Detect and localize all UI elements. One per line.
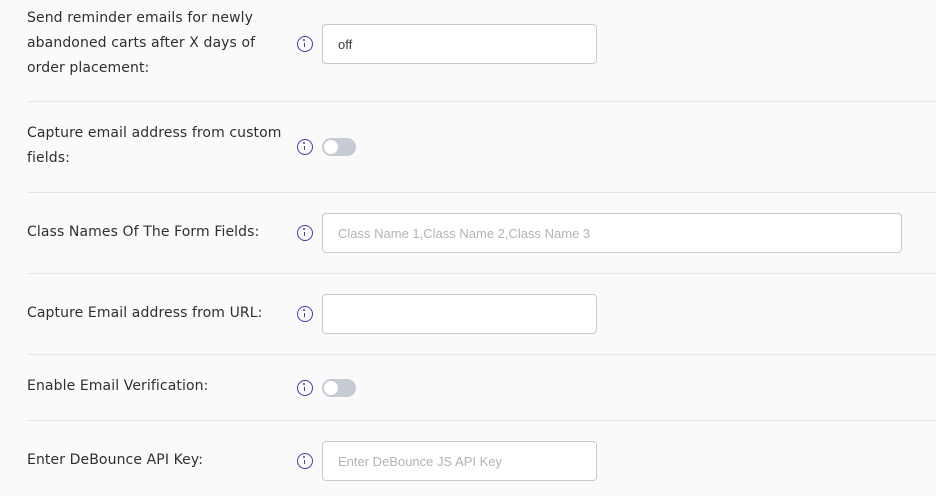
email-verification-label: Enable Email Verification: xyxy=(27,378,209,394)
setting-row-debounce-api-key: Enter DeBounce API Key: xyxy=(27,420,936,496)
debounce-api-key-input[interactable] xyxy=(322,441,597,481)
toggle-knob xyxy=(324,140,338,154)
info-icon[interactable] xyxy=(297,380,313,396)
debounce-api-key-label: Enter DeBounce API Key: xyxy=(27,452,204,468)
setting-row-class-names: Class Names Of The Form Fields: xyxy=(27,192,936,274)
setting-row-capture-custom-fields: Capture email address from custom fields… xyxy=(27,101,936,193)
setting-row-email-verification: Enable Email Verification: xyxy=(27,354,936,421)
class-names-input[interactable] xyxy=(322,213,902,253)
email-verification-toggle[interactable] xyxy=(322,379,356,397)
setting-row-reminder-days: Send reminder emails for newly abandoned… xyxy=(27,0,936,102)
toggle-knob xyxy=(324,381,338,395)
setting-row-capture-from-url: Capture Email address from URL: xyxy=(27,273,936,355)
info-icon[interactable] xyxy=(297,306,313,322)
capture-from-url-label: Capture Email address from URL: xyxy=(27,305,263,321)
info-icon[interactable] xyxy=(297,36,313,52)
capture-custom-fields-toggle[interactable] xyxy=(322,138,356,156)
info-icon[interactable] xyxy=(297,453,313,469)
reminder-days-label: Send reminder emails for newly abandoned… xyxy=(27,10,256,76)
settings-form: Send reminder emails for newly abandoned… xyxy=(0,0,936,496)
capture-from-url-input[interactable] xyxy=(322,294,597,334)
info-icon[interactable] xyxy=(297,225,313,241)
reminder-days-input[interactable] xyxy=(322,24,597,64)
class-names-label: Class Names Of The Form Fields: xyxy=(27,224,260,240)
capture-custom-fields-label: Capture email address from custom fields… xyxy=(27,125,282,166)
info-icon[interactable] xyxy=(297,139,313,155)
